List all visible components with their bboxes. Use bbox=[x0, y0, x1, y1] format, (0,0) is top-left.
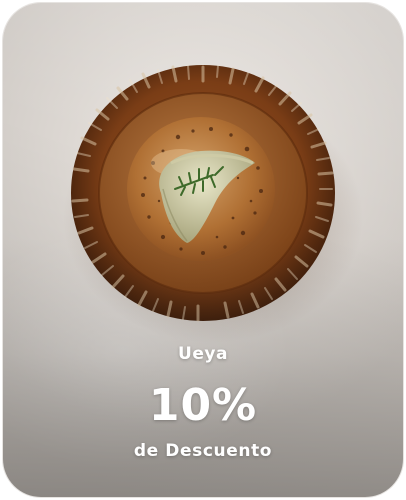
promo-card[interactable]: Ueya 10% de Descuento bbox=[3, 3, 403, 497]
discount-value: 10% bbox=[148, 380, 258, 431]
brand-name: Ueya bbox=[178, 344, 228, 364]
discount-subtitle: de Descuento bbox=[133, 441, 273, 461]
